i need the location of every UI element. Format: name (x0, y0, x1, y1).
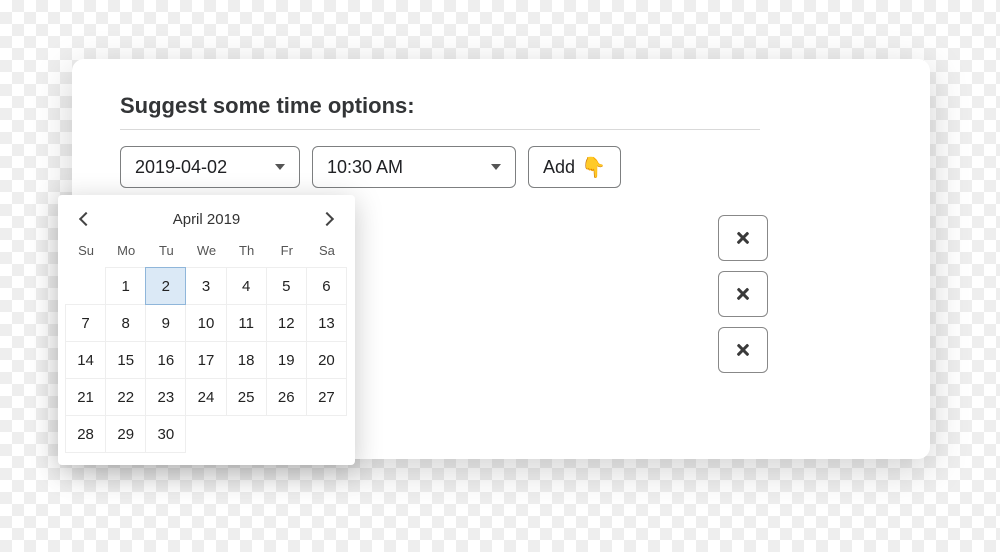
calendar-day[interactable]: 22 (105, 378, 146, 416)
calendar-day[interactable]: 8 (105, 304, 146, 342)
calendar-day[interactable]: 10 (185, 304, 226, 342)
time-value: 10:30 AM (327, 157, 403, 178)
calendar-day[interactable]: 19 (266, 341, 307, 379)
calendar-day[interactable]: 17 (185, 341, 226, 379)
add-label: Add (543, 157, 575, 178)
calendar-day[interactable]: 26 (266, 378, 307, 416)
point-down-icon: 👇 (581, 155, 606, 180)
calendar-day[interactable]: 7 (65, 304, 106, 342)
calendar-dow: We (186, 237, 226, 268)
date-value: 2019-04-02 (135, 157, 227, 178)
calendar-day[interactable]: 14 (65, 341, 106, 379)
calendar-day[interactable]: 3 (185, 267, 226, 305)
calendar-dow: Th (227, 237, 267, 268)
calendar-day[interactable]: 25 (226, 378, 267, 416)
calendar-day[interactable]: 30 (145, 415, 186, 453)
calendar-day[interactable]: 28 (65, 415, 106, 453)
calendar-day[interactable]: 18 (226, 341, 267, 379)
calendar-day[interactable]: 24 (185, 378, 226, 416)
calendar-day[interactable]: 27 (306, 378, 347, 416)
calendar-day[interactable]: 13 (306, 304, 347, 342)
calendar-grid: SuMoTuWeThFrSa12345678910111213141516171… (66, 237, 347, 453)
remove-button[interactable] (718, 215, 768, 261)
chevron-down-icon (275, 164, 285, 170)
chevron-down-icon (491, 164, 501, 170)
calendar-dow: Fr (267, 237, 307, 268)
remove-button[interactable] (718, 327, 768, 373)
calendar-dow: Sa (307, 237, 347, 268)
calendar-day[interactable]: 29 (105, 415, 146, 453)
card-title: Suggest some time options: (120, 93, 882, 119)
date-picker-popover: April 2019 SuMoTuWeThFrSa123456789101112… (58, 195, 355, 465)
calendar-day[interactable]: 5 (266, 267, 307, 305)
calendar-dow: Mo (106, 237, 146, 268)
calendar-day[interactable]: 23 (145, 378, 186, 416)
add-button[interactable]: Add 👇 (528, 146, 621, 188)
calendar-empty-cell (65, 267, 106, 305)
calendar-day[interactable]: 2 (145, 267, 186, 305)
calendar-day[interactable]: 21 (65, 378, 106, 416)
remove-button[interactable] (718, 271, 768, 317)
time-select[interactable]: 10:30 AM (312, 146, 516, 188)
calendar-dow: Su (66, 237, 106, 268)
calendar-month-label: April 2019 (173, 211, 241, 228)
date-select[interactable]: 2019-04-02 (120, 146, 300, 188)
calendar-dow: Tu (146, 237, 186, 268)
prev-month-button[interactable] (74, 209, 94, 229)
calendar-day[interactable]: 16 (145, 341, 186, 379)
calendar-day[interactable]: 12 (266, 304, 307, 342)
controls-row: 2019-04-02 10:30 AM Add 👇 (120, 146, 882, 188)
calendar-day[interactable]: 4 (226, 267, 267, 305)
calendar-day[interactable]: 11 (226, 304, 267, 342)
calendar-day[interactable]: 20 (306, 341, 347, 379)
calendar-day[interactable]: 9 (145, 304, 186, 342)
calendar-day[interactable]: 6 (306, 267, 347, 305)
calendar-day[interactable]: 1 (105, 267, 146, 305)
calendar-day[interactable]: 15 (105, 341, 146, 379)
next-month-button[interactable] (319, 209, 339, 229)
calendar-header: April 2019 (66, 205, 347, 237)
divider (120, 129, 760, 130)
